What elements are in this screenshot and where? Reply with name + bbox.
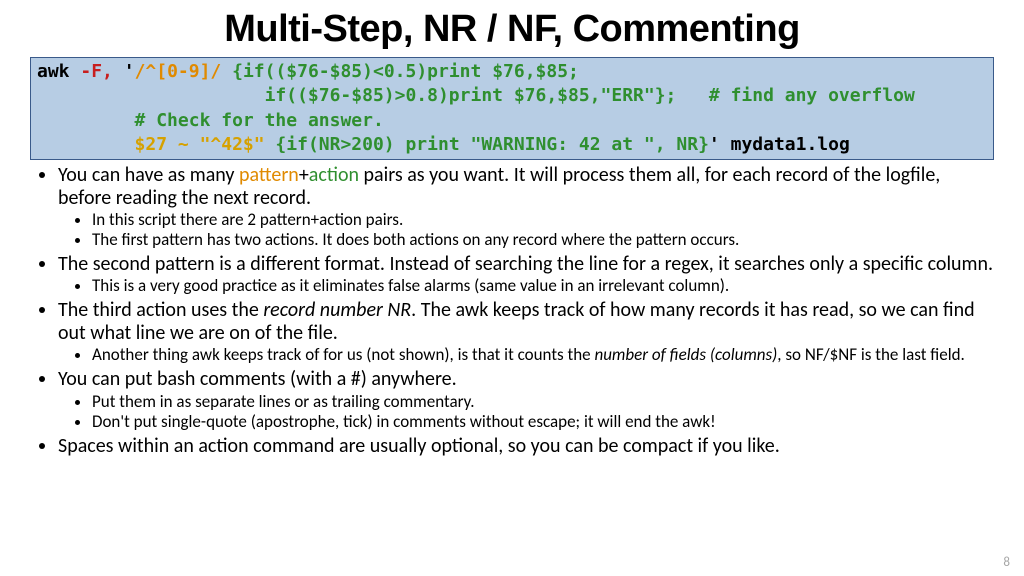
sub-list: In this script there are 2 pattern+actio… bbox=[58, 210, 994, 249]
em-text: record number NR bbox=[263, 298, 411, 322]
bullet-1: You can have as many pattern+action pair… bbox=[58, 164, 994, 249]
code-pattern-2: $27 ~ "^42$" bbox=[135, 134, 265, 155]
text: , so NF/$NF is the last field. bbox=[777, 344, 965, 365]
code-quote-open: ' bbox=[113, 61, 135, 82]
code-awk: awk bbox=[37, 61, 80, 82]
text: The third action uses the bbox=[58, 298, 263, 322]
code-filename: mydata1.log bbox=[720, 134, 850, 155]
bullet-list: You can have as many pattern+action pair… bbox=[30, 164, 994, 457]
text: You can have as many bbox=[58, 163, 239, 187]
code-comment: # Check for the answer. bbox=[135, 110, 384, 131]
code-pad bbox=[37, 110, 135, 131]
code-pattern-1: /^[0-9]/ bbox=[135, 61, 222, 82]
sub-bullet: This is a very good practice as it elimi… bbox=[92, 276, 994, 295]
text: The second pattern is a different format… bbox=[58, 252, 993, 276]
sub-bullet: Don't put single-quote (apostrophe, tick… bbox=[92, 412, 994, 431]
sub-bullet: In this script there are 2 pattern+actio… bbox=[92, 210, 994, 229]
sub-list: Another thing awk keeps track of for us … bbox=[58, 345, 994, 364]
em-text: number of fields (columns) bbox=[594, 344, 777, 365]
code-action-2: {if(NR>200) print "WARNING: 42 at ", NR} bbox=[265, 134, 709, 155]
code-block: awk -F, '/^[0-9]/ {if(($76-$85)<0.5)prin… bbox=[30, 57, 994, 160]
sub-bullet: Another thing awk keeps track of for us … bbox=[92, 345, 994, 364]
bullet-5: Spaces within an action command are usua… bbox=[58, 435, 994, 457]
text: + bbox=[299, 163, 309, 187]
slide: Multi-Step, NR / NF, Commenting awk -F, … bbox=[0, 0, 1024, 576]
code-action-1b: if(($76-$85)>0.8)print $76,$85,"ERR"}; #… bbox=[265, 85, 915, 106]
code-pad bbox=[37, 134, 135, 155]
code-flag: -F, bbox=[80, 61, 113, 82]
action-word: action bbox=[309, 163, 359, 187]
bullet-4: You can put bash comments (with a #) any… bbox=[58, 368, 994, 430]
slide-title: Multi-Step, NR / NF, Commenting bbox=[30, 8, 994, 51]
text: You can put bash comments (with a #) any… bbox=[58, 367, 457, 391]
code-quote-close: ' bbox=[709, 134, 720, 155]
bullet-3: The third action uses the record number … bbox=[58, 299, 994, 364]
code-action-1a: {if(($76-$85)<0.5)print $76,$85; bbox=[221, 61, 579, 82]
code-pad bbox=[37, 85, 265, 106]
page-number: 8 bbox=[1003, 555, 1010, 570]
sub-list: Put them in as separate lines or as trai… bbox=[58, 392, 994, 431]
sub-bullet: The first pattern has two actions. It do… bbox=[92, 230, 994, 249]
sub-bullet: Put them in as separate lines or as trai… bbox=[92, 392, 994, 411]
text: Another thing awk keeps track of for us … bbox=[92, 344, 594, 365]
pattern-word: pattern bbox=[239, 163, 299, 187]
bullet-2: The second pattern is a different format… bbox=[58, 253, 994, 295]
sub-list: This is a very good practice as it elimi… bbox=[58, 276, 994, 295]
